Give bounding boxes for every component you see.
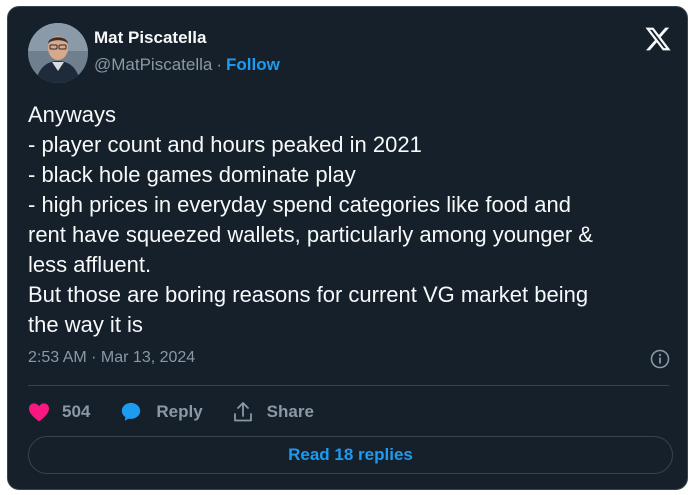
tweet-line: - player count and hours peaked in 2021	[28, 132, 422, 157]
action-bar: 504 Reply Share	[28, 398, 314, 426]
info-icon[interactable]	[650, 349, 670, 369]
tweet-timestamp[interactable]: 2:53 AM · Mar 13, 2024	[28, 349, 195, 367]
x-logo-icon[interactable]	[644, 25, 672, 53]
separator-dot: ·	[216, 55, 223, 74]
tweet-line: the way it is	[28, 312, 143, 337]
tweet-line: - high prices in everyday spend categori…	[28, 192, 571, 217]
reply-button[interactable]: Reply	[120, 401, 203, 423]
tweet-line: But those are boring reasons for current…	[28, 282, 589, 307]
author-name[interactable]: Mat Piscatella	[94, 28, 206, 48]
avatar-portrait-icon	[28, 23, 88, 83]
divider	[28, 385, 669, 386]
avatar[interactable]	[28, 23, 88, 83]
author-handle-row: @MatPiscatella · Follow	[94, 55, 280, 75]
read-replies-button[interactable]: Read 18 replies	[28, 436, 673, 474]
reply-label: Reply	[156, 402, 203, 421]
tweet-line: - black hole games dominate play	[28, 162, 356, 187]
share-button[interactable]: Share	[233, 401, 314, 423]
like-count: 504	[62, 402, 91, 421]
share-upload-icon	[233, 402, 252, 422]
tweet-line: rent have squeezed wallets, particularly…	[28, 222, 593, 247]
tweet-text: Anyways - player count and hours peaked …	[28, 100, 678, 340]
author-handle[interactable]: @MatPiscatella	[94, 55, 212, 74]
tweet-line: Anyways	[28, 102, 117, 127]
share-label: Share	[266, 402, 314, 421]
follow-link[interactable]: Follow	[226, 55, 280, 74]
speech-bubble-icon	[122, 402, 141, 421]
like-button[interactable]: 504	[28, 402, 90, 422]
tweet-line: less affluent.	[28, 252, 152, 277]
tweet-card: Mat Piscatella @MatPiscatella · Follow Any…	[7, 6, 688, 490]
heart-icon	[29, 403, 49, 422]
